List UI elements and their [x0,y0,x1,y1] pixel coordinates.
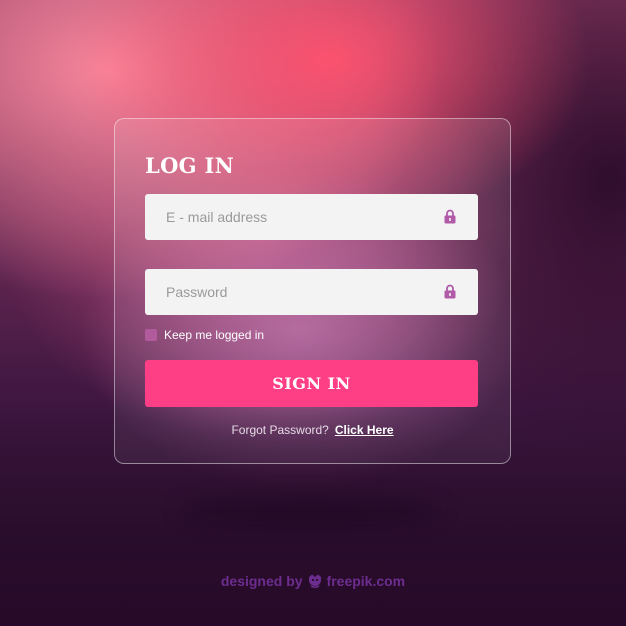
password-field[interactable] [145,269,478,315]
email-field[interactable] [145,194,478,240]
password-input[interactable] [145,269,478,315]
credit-brand: freepik.com [326,573,406,589]
lock-icon [444,209,456,224]
remember-checkbox[interactable] [145,329,157,341]
credit-prefix: designed by [220,573,303,589]
designer-credit: designed by freepik.com [0,573,626,589]
card-shadow [180,496,440,526]
login-card: LOG IN Keep me logged in SIGN IN Forgot … [114,118,511,464]
forgot-password-text: Forgot Password? [231,423,329,437]
freepik-logo-icon [308,574,321,588]
sign-in-button[interactable]: SIGN IN [145,360,478,407]
login-title: LOG IN [145,153,235,178]
remember-label: Keep me logged in [164,328,265,342]
email-input[interactable] [145,194,478,240]
remember-me[interactable]: Keep me logged in [145,328,264,342]
forgot-password-row: Forgot Password? Click Here [115,423,510,437]
forgot-password-link[interactable]: Click Here [335,423,394,437]
lock-icon [444,284,456,299]
